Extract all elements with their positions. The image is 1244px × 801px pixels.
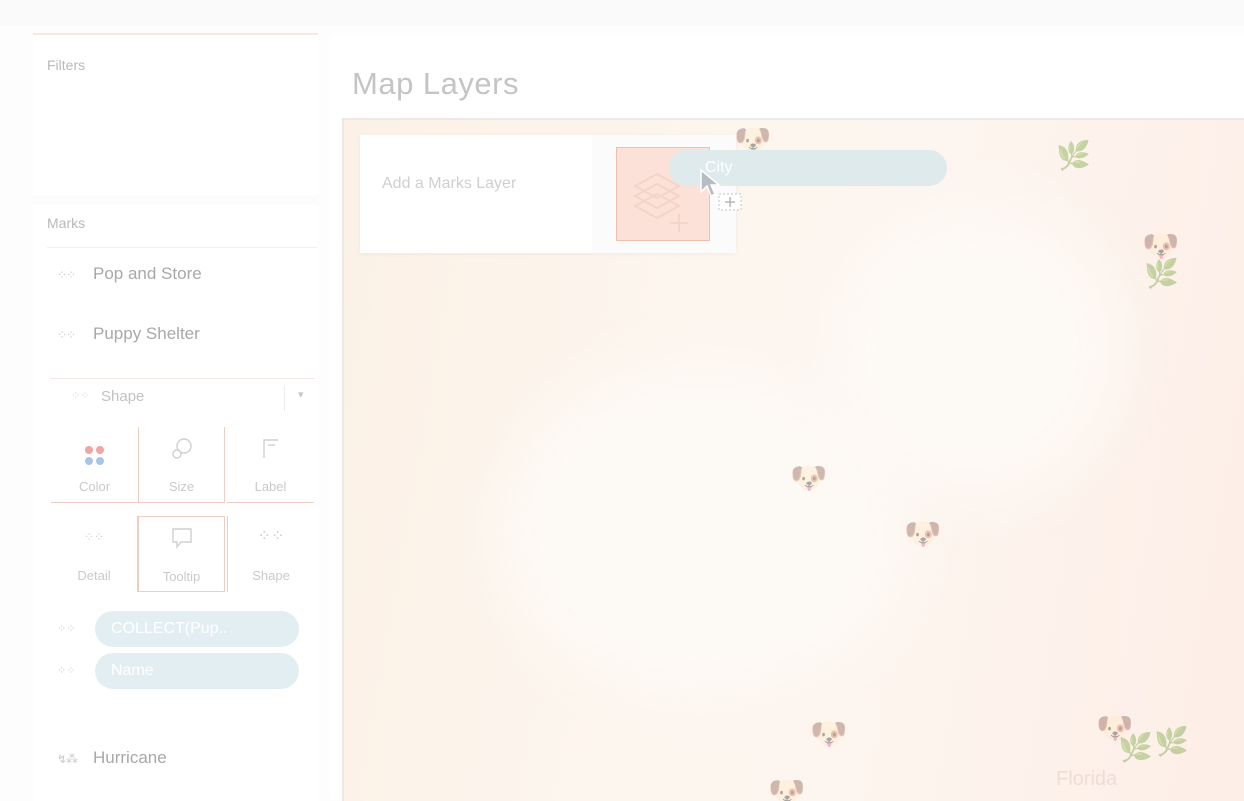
page-title: Map Layers: [352, 66, 519, 101]
size-card-label: Size: [168, 479, 195, 494]
marks-layer-puppy-shelter[interactable]: ⁘⁘ Puppy Shelter: [57, 324, 200, 344]
color-card[interactable]: Color: [51, 427, 138, 503]
chevron-down-icon[interactable]: ▾: [298, 388, 304, 401]
detail-card[interactable]: ⁘⁘ Detail: [51, 516, 138, 592]
color-dot: [96, 457, 104, 465]
dot-grid-icon: ⁘⁘: [57, 328, 76, 342]
size-icon: [139, 437, 224, 467]
mark-type-dropdown[interactable]: ⁘⁘ Shape ▾: [51, 378, 315, 415]
detail-card-label: Detail: [77, 568, 111, 583]
leaf-marker-icon: 🌿: [1144, 258, 1179, 289]
tooltip-card-label: Tooltip: [162, 569, 201, 584]
puppy-marker-icon: 🐶: [904, 518, 942, 551]
layer-label: Puppy Shelter: [93, 324, 200, 343]
leaf-marker-icon: 🌿: [1118, 732, 1153, 763]
left-panel: Filters Marks ⁘⁘ Pop and Store ⁘⁘ Puppy Sh…: [33, 33, 318, 801]
color-dot: [85, 457, 93, 465]
color-card-label: Color: [78, 479, 111, 494]
field-pill[interactable]: Name: [95, 653, 299, 689]
label-card-label: Label: [254, 479, 287, 494]
panel-separator: [33, 195, 318, 205]
leaf-marker-icon: 🌿: [1154, 726, 1189, 757]
dot-grid-icon: ⁘⁘: [57, 268, 76, 282]
divider: [47, 247, 317, 248]
puppy-marker-icon: 🐶: [768, 776, 806, 801]
hurricane-icon: ↯⁂: [57, 752, 78, 766]
map-landmass: [824, 200, 1124, 500]
detail-icon: ⁘⁘: [57, 665, 76, 677]
color-icon: [51, 437, 138, 465]
puppy-marker-icon: 🐶: [810, 718, 848, 751]
main-view: Map Layers 🐶 🌿 🐶 🌿 🐶 🐶 🐶 🐶 🐶 🌿 🌿 Florida…: [330, 36, 1244, 801]
size-card[interactable]: Size: [138, 427, 225, 503]
detail-icon: ⁘⁘: [83, 530, 105, 544]
marks-layer-hurricane[interactable]: ↯⁂ Hurricane: [57, 748, 167, 768]
leaf-marker-icon: 🌿: [1056, 140, 1091, 171]
shape-icon: ⁘⁘: [71, 390, 90, 402]
top-bar: [0, 0, 1244, 26]
color-dot: [85, 446, 93, 454]
map-canvas[interactable]: 🐶 🌿 🐶 🌿 🐶 🐶 🐶 🐶 🐶 🌿 🌿 Florida Add a Mark…: [342, 118, 1244, 801]
marks-layer-pop-and-store[interactable]: ⁘⁘ Pop and Store: [57, 264, 202, 284]
field-pill[interactable]: COLLECT(Pup..: [95, 611, 299, 647]
add-marks-layer-label: Add a Marks Layer: [382, 175, 517, 192]
tooltip-icon: [139, 527, 224, 555]
shape-card-label: Shape: [252, 568, 290, 583]
cursor-icon: [700, 168, 742, 211]
filters-shelf-title: Filters: [47, 57, 86, 73]
marks-card-title: Marks: [47, 215, 86, 231]
shape-card[interactable]: ⁘⁘ Shape: [227, 516, 314, 592]
shape-icon: ⁘⁘: [257, 528, 285, 545]
puppy-marker-icon: 🐶: [790, 462, 828, 495]
detail-icon: ⁘⁘: [57, 623, 76, 635]
mark-type-label: Shape: [101, 388, 145, 405]
map-state-label: Florida: [1056, 768, 1118, 790]
label-card[interactable]: Label: [227, 427, 314, 503]
tooltip-card[interactable]: Tooltip: [138, 516, 225, 592]
layer-label: Pop and Store: [93, 264, 202, 283]
layer-label: Hurricane: [93, 748, 167, 767]
color-dot: [96, 446, 104, 454]
label-icon: [227, 437, 314, 465]
divider: [284, 385, 285, 411]
